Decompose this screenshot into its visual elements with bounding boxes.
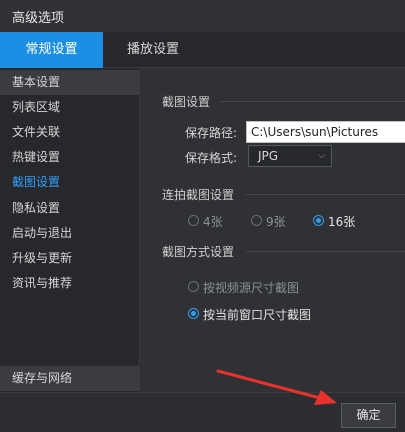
sidebar-item-screenshot[interactable]: 截图设置 [0, 170, 139, 195]
tab-bar: 常规设置 播放设置 [0, 32, 405, 68]
burst-9-label: 9张 [266, 215, 286, 229]
window-title: 高级选项 [12, 11, 65, 26]
title-bar: 高级选项 [0, 0, 405, 32]
burst-16-radio[interactable] [313, 215, 324, 226]
burst-4-radio[interactable] [188, 215, 199, 226]
section-divider [246, 251, 405, 252]
sidebar-item-file-association[interactable]: 文件关联 [0, 120, 139, 145]
sidebar-item-privacy[interactable]: 隐私设置 [0, 196, 139, 221]
save-path-input[interactable]: C:\Users\sun\Pictures [246, 121, 405, 143]
tab-general-settings[interactable]: 常规设置 [0, 32, 103, 68]
ok-button[interactable]: 确定 [341, 403, 396, 428]
burst-16-label: 16张 [328, 215, 356, 229]
settings-panel [141, 68, 405, 392]
section-divider [220, 101, 405, 102]
sidebar-item-cache-network[interactable]: 缓存与网络 [0, 366, 139, 391]
burst-4-label: 4张 [203, 215, 223, 229]
capture-source-size-radio[interactable] [188, 281, 199, 292]
capture-window-size-radio[interactable] [188, 308, 199, 319]
burst-9-radio[interactable] [251, 215, 262, 226]
capture-source-size-label: 按视频源尺寸截图 [203, 281, 300, 295]
section-title-screenshot: 截图设置 [162, 95, 211, 109]
sidebar-item-news[interactable]: 资讯与推荐 [0, 271, 139, 296]
sidebar-item-startup-exit[interactable]: 启动与退出 [0, 221, 139, 246]
save-format-value: JPG [258, 149, 279, 163]
sidebar: 基本设置 列表区域 文件关联 热键设置 截图设置 隐私设置 启动与退出 升级与更… [0, 68, 140, 392]
section-title-burst: 连拍截图设置 [162, 188, 235, 202]
sidebar-item-hotkeys[interactable]: 热键设置 [0, 145, 139, 170]
tab-playback-settings[interactable]: 播放设置 [103, 32, 203, 68]
save-format-label: 保存格式: [185, 151, 238, 165]
sidebar-item-basic[interactable]: 基本设置 [0, 70, 139, 95]
capture-window-size-label: 按当前窗口尺寸截图 [203, 308, 312, 322]
section-title-capture-mode: 截图方式设置 [162, 245, 235, 259]
sidebar-item-upgrade[interactable]: 升级与更新 [0, 246, 139, 271]
section-divider [246, 194, 405, 195]
sidebar-item-list-area[interactable]: 列表区域 [0, 95, 139, 120]
save-format-select[interactable]: JPG ⌵ [248, 145, 332, 167]
save-path-label: 保存路径: [185, 126, 238, 140]
chevron-down-icon: ⌵ [318, 151, 325, 161]
